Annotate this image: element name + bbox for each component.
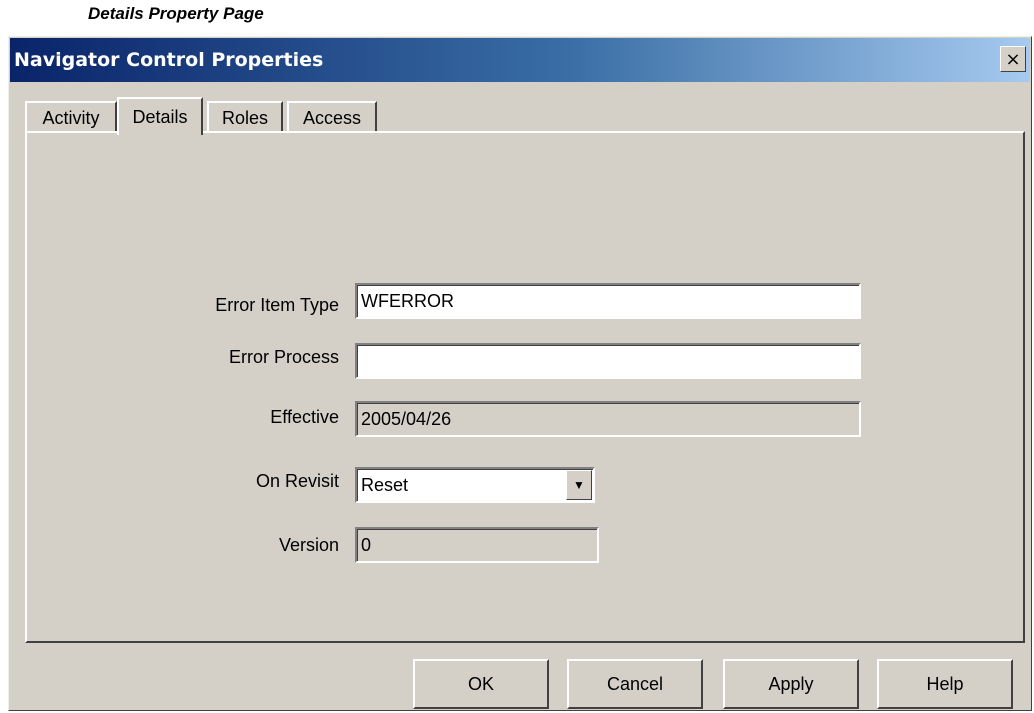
on-revisit-select[interactable]: Reset ▼ [355, 467, 595, 503]
tab-activity[interactable]: Activity [25, 101, 117, 133]
dropdown-button[interactable]: ▼ [566, 470, 592, 500]
apply-button[interactable]: Apply [723, 659, 859, 709]
details-panel: Error Item Type WFERROR Error Process Ef… [25, 131, 1025, 643]
chevron-down-icon: ▼ [573, 478, 585, 492]
version-field: 0 [355, 527, 599, 563]
error-process-label: Error Process [228, 346, 339, 367]
error-item-type-label: Error Item Type [215, 294, 339, 315]
on-revisit-label: On Revisit [255, 470, 339, 491]
on-revisit-value: Reset [361, 475, 409, 495]
cancel-button[interactable]: Cancel [567, 659, 703, 709]
tab-access[interactable]: Access [287, 101, 377, 133]
tab-label: Activity [42, 107, 100, 128]
close-icon: × [1005, 48, 1021, 70]
help-button[interactable]: Help [877, 659, 1013, 709]
title-bar: Navigator Control Properties × [10, 38, 1030, 82]
effective-label: Effective [270, 406, 339, 427]
tab-details[interactable]: Details [117, 97, 203, 135]
version-label: Version [278, 534, 339, 555]
window-title: Navigator Control Properties [14, 49, 324, 71]
tab-label: Roles [221, 107, 269, 128]
tab-roles[interactable]: Roles [207, 101, 283, 133]
tab-label: Access [302, 107, 362, 128]
page-caption: Details Property Page [88, 4, 264, 23]
close-button[interactable]: × [1000, 46, 1026, 72]
error-item-type-input[interactable]: WFERROR [355, 283, 861, 319]
error-process-input[interactable] [355, 343, 861, 379]
effective-field: 2005/04/26 [355, 401, 861, 437]
ok-button[interactable]: OK [413, 659, 549, 709]
tab-label: Details [132, 106, 188, 127]
properties-dialog: Navigator Control Properties × Activity … [8, 36, 1032, 711]
